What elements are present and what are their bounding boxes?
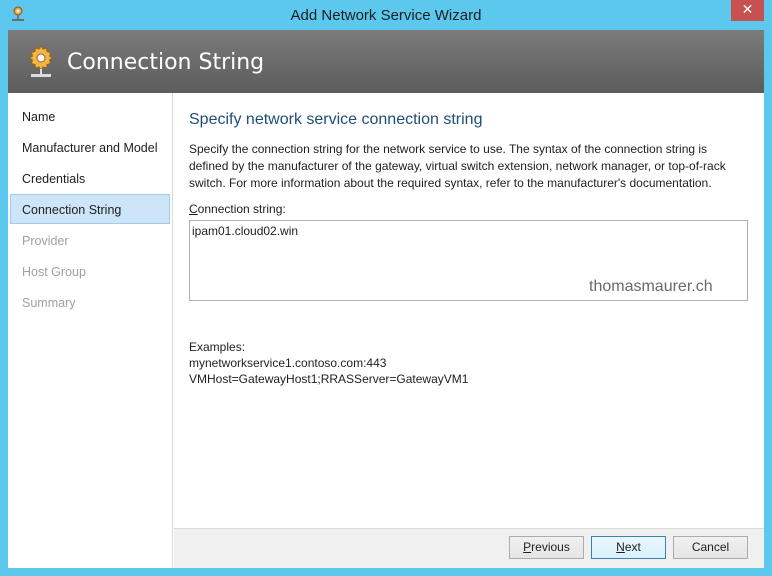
section-title: Specify network service connection strin… <box>189 111 483 128</box>
step-host-group: Host Group <box>10 256 170 286</box>
access-key: P <box>523 540 532 554</box>
window-title: Add Network Service Wizard <box>290 7 482 24</box>
button-label-rest: ext <box>624 540 641 554</box>
previous-button[interactable]: Previous <box>509 536 584 559</box>
page-title: Connection String <box>67 50 265 75</box>
main-content: Specify network service connection strin… <box>174 93 764 528</box>
step-summary: Summary <box>10 287 170 317</box>
close-button[interactable]: ✕ <box>731 0 764 21</box>
access-key: N <box>616 540 625 554</box>
wizard-header: Connection String <box>8 30 764 93</box>
step-label: Name <box>22 110 56 124</box>
button-label: Cancel <box>691 540 730 554</box>
cancel-button[interactable]: Cancel <box>673 536 748 559</box>
button-bar: Previous Next Cancel <box>174 528 764 568</box>
step-connection-string[interactable]: Connection String <box>10 194 170 224</box>
connection-string-label: Connection string: <box>189 202 286 216</box>
examples-block: Examples: mynetworkservice1.contoso.com:… <box>189 339 468 387</box>
close-icon: ✕ <box>741 2 754 18</box>
step-label: Credentials <box>22 172 86 186</box>
example-line: VMHost=GatewayHost1;RRASServer=GatewayVM… <box>189 372 469 386</box>
wizard-steps-nav: Name Manufacturer and Model Credentials … <box>8 93 173 568</box>
client-area: Connection String Name Manufacturer and … <box>8 30 764 568</box>
title-bar[interactable]: Add Network Service Wizard ✕ <box>0 0 772 30</box>
step-label: Provider <box>22 234 69 248</box>
label-rest: onnection string: <box>197 202 286 216</box>
wizard-window: Add Network Service Wizard ✕ Connection … <box>0 0 772 576</box>
description-text: Specify the connection string for the ne… <box>189 142 726 190</box>
step-manufacturer-and-model[interactable]: Manufacturer and Model <box>10 132 170 162</box>
examples-heading: Examples: <box>189 340 246 354</box>
example-line: mynetworkservice1.contoso.com:443 <box>189 356 387 370</box>
watermark-text: thomasmaurer.ch <box>589 278 713 295</box>
step-label: Summary <box>22 296 76 310</box>
step-name[interactable]: Name <box>10 101 170 131</box>
step-label: Manufacturer and Model <box>22 141 158 155</box>
next-button[interactable]: Next <box>591 536 666 559</box>
step-provider: Provider <box>10 225 170 255</box>
network-service-icon <box>25 43 57 79</box>
access-key: C <box>189 202 198 216</box>
step-credentials[interactable]: Credentials <box>10 163 170 193</box>
step-label: Connection String <box>22 203 122 217</box>
button-label-rest: revious <box>531 540 570 554</box>
step-label: Host Group <box>22 265 86 279</box>
